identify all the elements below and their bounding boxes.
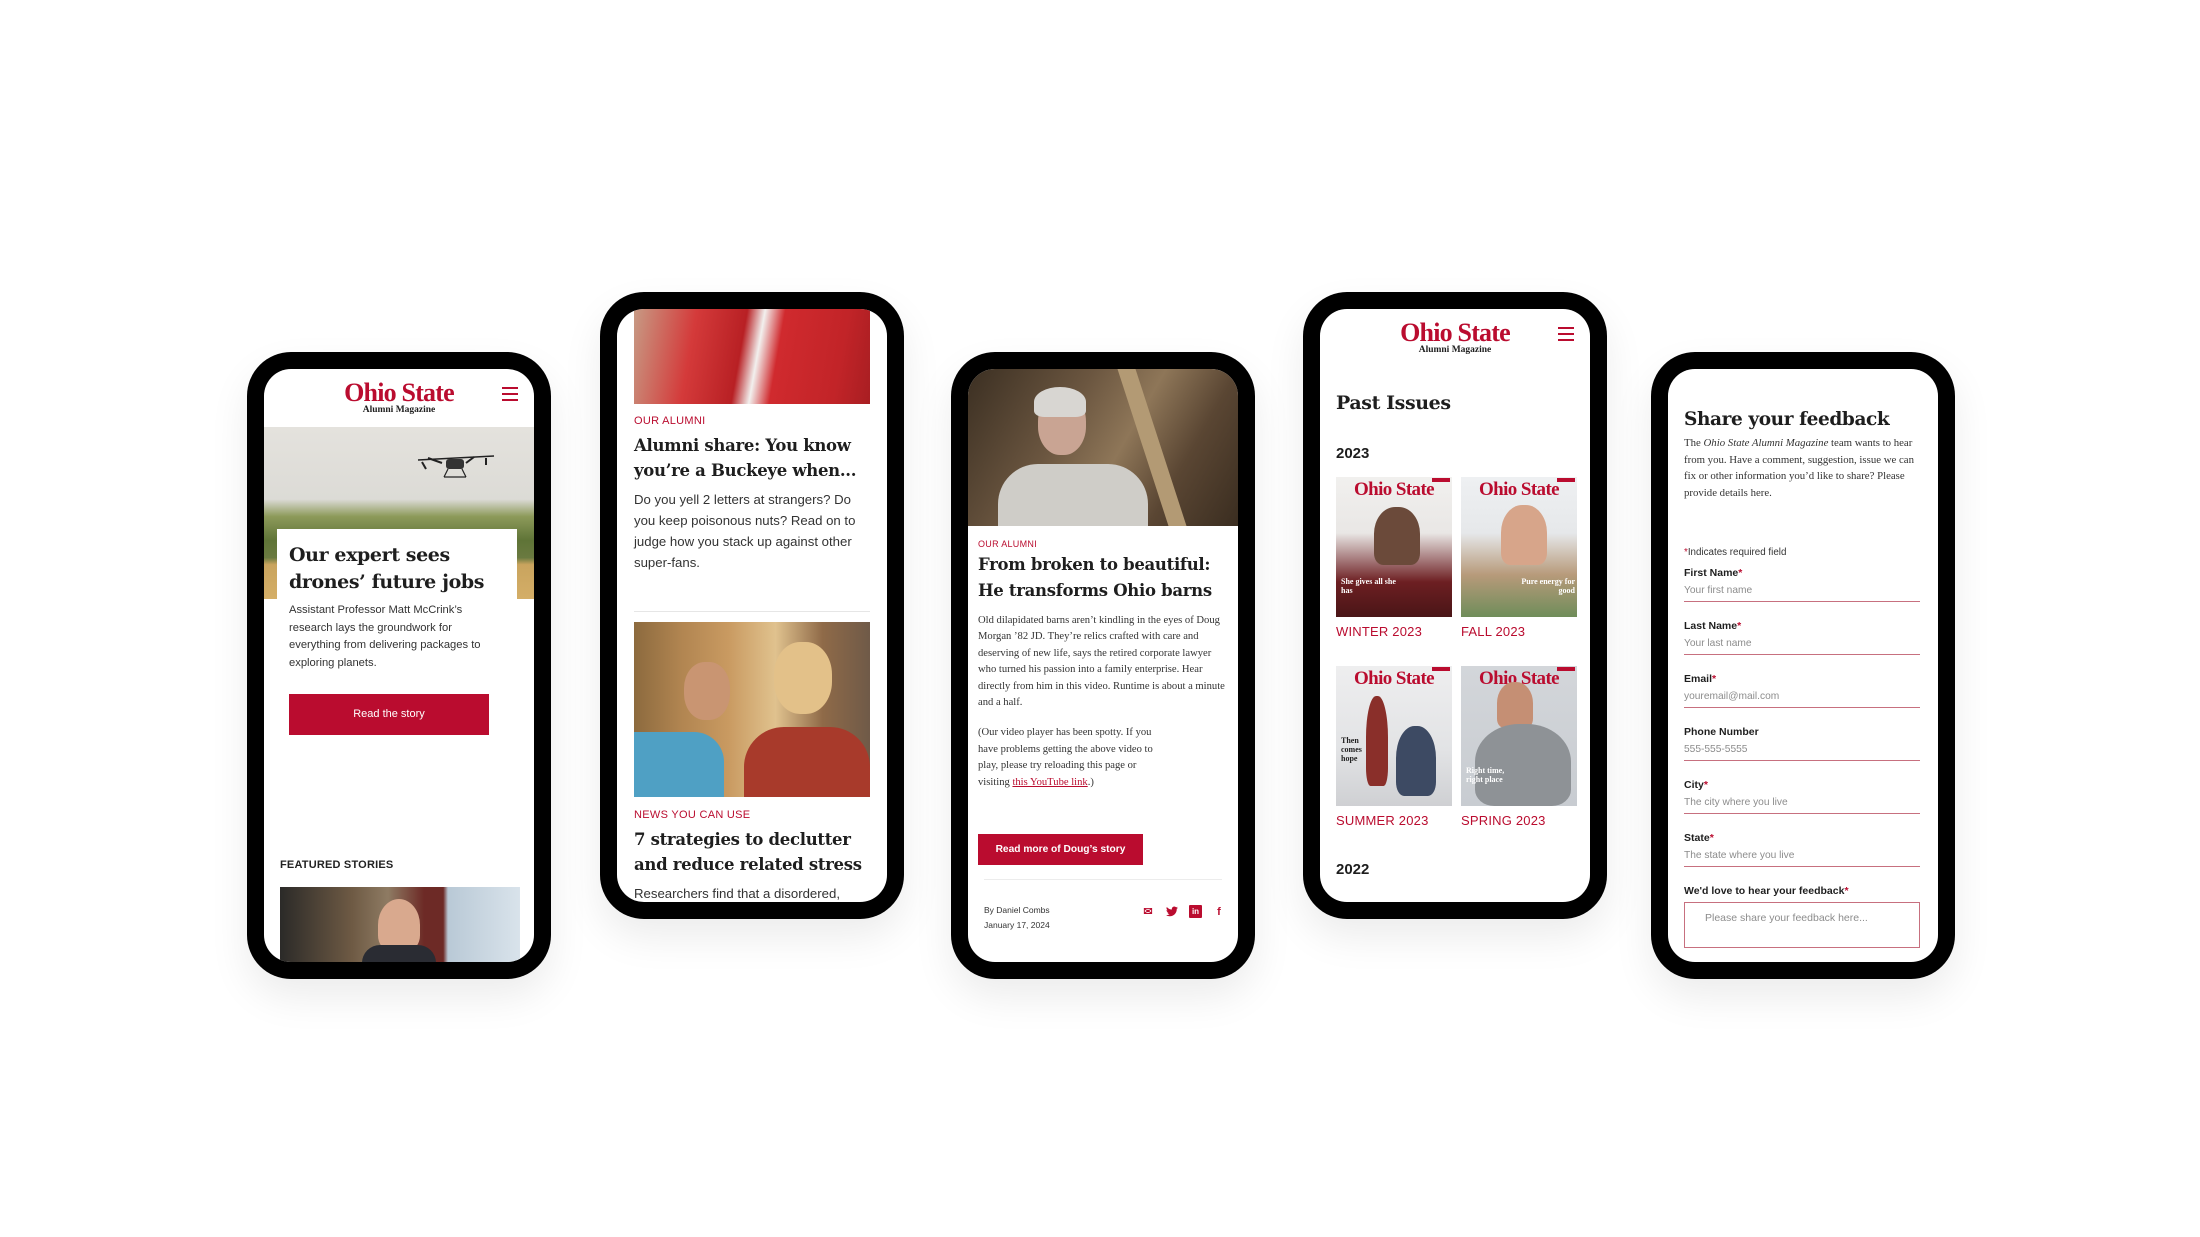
story-title: From broken to beautiful: He transforms … (978, 555, 1212, 600)
story-headline[interactable]: Our expert sees drones’ future jobs (289, 542, 505, 596)
feedback-textarea[interactable] (1684, 902, 1920, 948)
featured-stories-heading: FEATURED STORIES (280, 859, 394, 871)
masthead: Ohio State Alumni Magazine (1320, 309, 1590, 367)
email-field: Email* (1684, 673, 1920, 708)
story-description: Assistant Professor Matt McCrink’s resea… (289, 604, 481, 669)
phone-number-field: Phone Number (1684, 726, 1920, 761)
phone-article-list-screen: OUR ALUMNI Alumni share: You know you’re… (600, 292, 904, 919)
video-player[interactable] (968, 369, 1238, 526)
city-field: City* (1684, 779, 1920, 814)
hamburger-menu-icon[interactable] (1558, 327, 1574, 341)
featured-story-image[interactable] (280, 887, 520, 962)
author: By Daniel Combs (984, 905, 1050, 915)
state-field: State* (1684, 832, 1920, 867)
phone-screen: OUR ALUMNI From broken to beautiful: He … (968, 369, 1238, 962)
article-description: Do you yell 2 letters at strangers? Do y… (634, 492, 856, 570)
phone-screen: Share your feedback The Ohio State Alumn… (1668, 369, 1938, 962)
logo-subtitle: Alumni Magazine (1418, 344, 1492, 355)
first-name-field: First Name* (1684, 567, 1920, 602)
twitter-icon[interactable] (1165, 905, 1179, 918)
article-description: Researchers find that a disordered, (634, 886, 840, 901)
phone-home-screen: Ohio State Alumni Magazine Our expert se… (247, 352, 551, 979)
divider (984, 879, 1222, 880)
article-image-fans[interactable] (634, 309, 870, 404)
phone-screen: Ohio State Alumni Magazine Past Issues 2… (1320, 309, 1590, 902)
required-field-note: *Indicates required field (1684, 547, 1787, 558)
logo[interactable]: Ohio State (1400, 319, 1511, 345)
form-title: Share your feedback (1684, 409, 1890, 430)
email-input[interactable] (1684, 687, 1920, 708)
publish-date: January 17, 2024 (984, 920, 1050, 930)
video-note: (Our video player has been spotty. If yo… (978, 727, 1153, 788)
youtube-link[interactable]: this YouTube link (1012, 777, 1087, 788)
story-paragraph: Old dilapidated barns aren’t kindling in… (978, 615, 1225, 709)
article-title[interactable]: Alumni share: You know you’re a Buckeye … (634, 433, 870, 483)
last-name-field: Last Name* (1684, 620, 1920, 655)
drone-icon (417, 455, 495, 478)
issue-label[interactable]: SPRING 2023 (1461, 813, 1546, 828)
phone-screen: Ohio State Alumni Magazine Our expert se… (264, 369, 534, 962)
logo[interactable]: Ohio State (344, 379, 455, 405)
article-title[interactable]: 7 strategies to declutter and reduce rel… (634, 827, 870, 877)
first-name-input[interactable] (1684, 581, 1920, 602)
last-name-input[interactable] (1684, 634, 1920, 655)
phone-feedback-form-screen: Share your feedback The Ohio State Alumn… (1651, 352, 1955, 979)
hamburger-menu-icon[interactable] (502, 387, 518, 401)
issue-label[interactable]: WINTER 2023 (1336, 624, 1422, 639)
article-item: NEWS YOU CAN USE 7 strategies to declutt… (634, 809, 870, 902)
logo-subtitle: Alumni Magazine (362, 404, 436, 415)
phone-story-screen: OUR ALUMNI From broken to beautiful: He … (951, 352, 1255, 979)
share-bar: ✉ in f (1141, 905, 1226, 918)
story-body: OUR ALUMNI From broken to beautiful: He … (978, 539, 1230, 791)
story-card: Our expert sees drones’ future jobs Assi… (277, 529, 517, 735)
linkedin-icon[interactable]: in (1189, 905, 1202, 918)
city-input[interactable] (1684, 793, 1920, 814)
article-kicker[interactable]: OUR ALUMNI (634, 415, 870, 427)
form-intro: The Ohio State Alumni Magazine team want… (1684, 437, 1914, 499)
issue-cover-spring-2023[interactable]: Ohio State Right time, right place (1461, 666, 1577, 806)
issue-label[interactable]: SUMMER 2023 (1336, 813, 1429, 828)
issue-cover-summer-2023[interactable]: Ohio State Then comes hope (1336, 666, 1452, 806)
read-story-button[interactable]: Read the story (289, 694, 489, 735)
phone-number-input[interactable] (1684, 740, 1920, 761)
masthead: Ohio State Alumni Magazine (264, 369, 534, 427)
issue-cover-fall-2023[interactable]: Ohio State Pure energy for good (1461, 477, 1577, 617)
issue-label[interactable]: FALL 2023 (1461, 624, 1525, 639)
issue-cover-winter-2023[interactable]: Ohio State She gives all she has (1336, 477, 1452, 617)
facebook-icon[interactable]: f (1212, 906, 1226, 918)
year-heading: 2023 (1336, 445, 1370, 462)
phone-past-issues-screen: Ohio State Alumni Magazine Past Issues 2… (1303, 292, 1607, 919)
article-item: OUR ALUMNI Alumni share: You know you’re… (634, 415, 870, 573)
article-kicker[interactable]: NEWS YOU CAN USE (634, 809, 870, 821)
story-kicker[interactable]: OUR ALUMNI (978, 539, 1230, 549)
read-more-button[interactable]: Read more of Doug’s story (978, 834, 1143, 865)
email-icon[interactable]: ✉ (1141, 906, 1155, 918)
phone-screen: OUR ALUMNI Alumni share: You know you’re… (617, 309, 887, 902)
state-input[interactable] (1684, 846, 1920, 867)
year-heading: 2022 (1336, 861, 1370, 878)
page-title: Past Issues (1336, 392, 1451, 414)
byline: By Daniel Combs January 17, 2024 (984, 903, 1050, 933)
article-image-decluttering[interactable] (634, 622, 870, 797)
divider (634, 611, 870, 612)
feedback-field: We'd love to hear your feedback* (1684, 885, 1920, 948)
